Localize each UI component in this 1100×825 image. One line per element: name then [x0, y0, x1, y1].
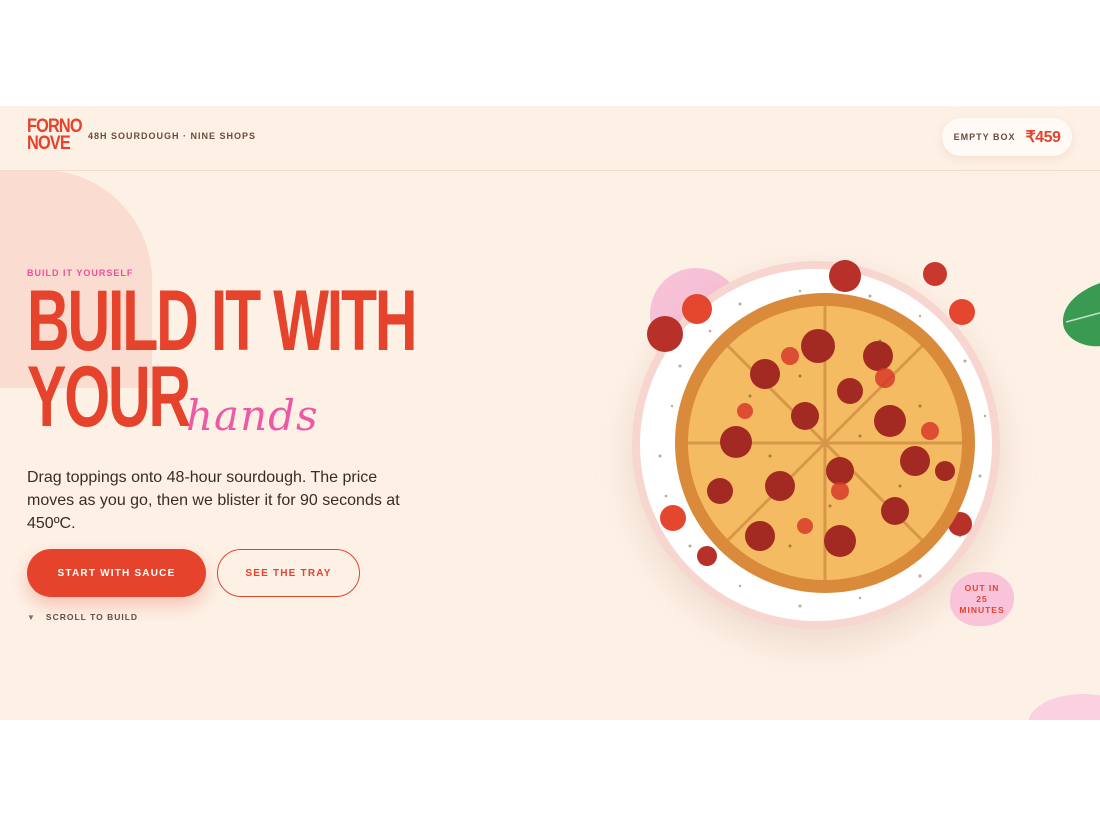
cart-price: ₹459 — [1025, 129, 1061, 146]
decorative-blob — [1028, 694, 1100, 720]
hero-description: Drag toppings onto 48-hour sourdough. Th… — [27, 469, 400, 532]
pepperoni-icon — [697, 546, 717, 566]
site-header: FORNO NOVE 48H SOURDOUGH · NINE SHOPS EM… — [0, 106, 1100, 171]
start-with-sauce-button[interactable]: START WITH SAUCE — [27, 549, 206, 597]
tomato-slice-icon — [660, 505, 686, 531]
hero-page: FORNO NOVE 48H SOURDOUGH · NINE SHOPS EM… — [0, 106, 1100, 720]
see-the-tray-button[interactable]: SEE THE TRAY — [217, 549, 360, 597]
badge-line-1: OUT IN — [964, 582, 1000, 593]
cart-label: EMPTY BOX — [953, 132, 1016, 142]
pepperoni-icon — [647, 316, 683, 352]
scroll-hint[interactable]: ▼ SCROLL TO BUILD — [27, 612, 138, 622]
brand-tagline: 48H SOURDOUGH · NINE SHOPS — [88, 131, 257, 141]
brand-logo[interactable]: FORNO NOVE — [27, 117, 83, 154]
scroll-hint-label: SCROLL TO BUILD — [45, 612, 139, 622]
delivery-time-badge: OUT IN 25 MINUTES — [950, 572, 1014, 626]
headline-script-word: hands — [186, 391, 319, 440]
cart-button[interactable]: EMPTY BOX ₹459 — [942, 118, 1072, 156]
pepperoni-icon — [923, 262, 947, 286]
logo-line-2: NOVE — [27, 133, 71, 154]
tomato-slice-icon — [949, 299, 975, 325]
badge-line-2: 25 — [976, 593, 988, 604]
pizza-pie — [675, 293, 975, 593]
tomato-slice-icon — [682, 294, 712, 324]
triangle-down-icon: ▼ — [27, 612, 36, 622]
badge-line-3: MINUTES — [959, 604, 1005, 615]
pepperoni-icon — [829, 260, 861, 292]
basil-leaf-icon — [1062, 283, 1100, 347]
